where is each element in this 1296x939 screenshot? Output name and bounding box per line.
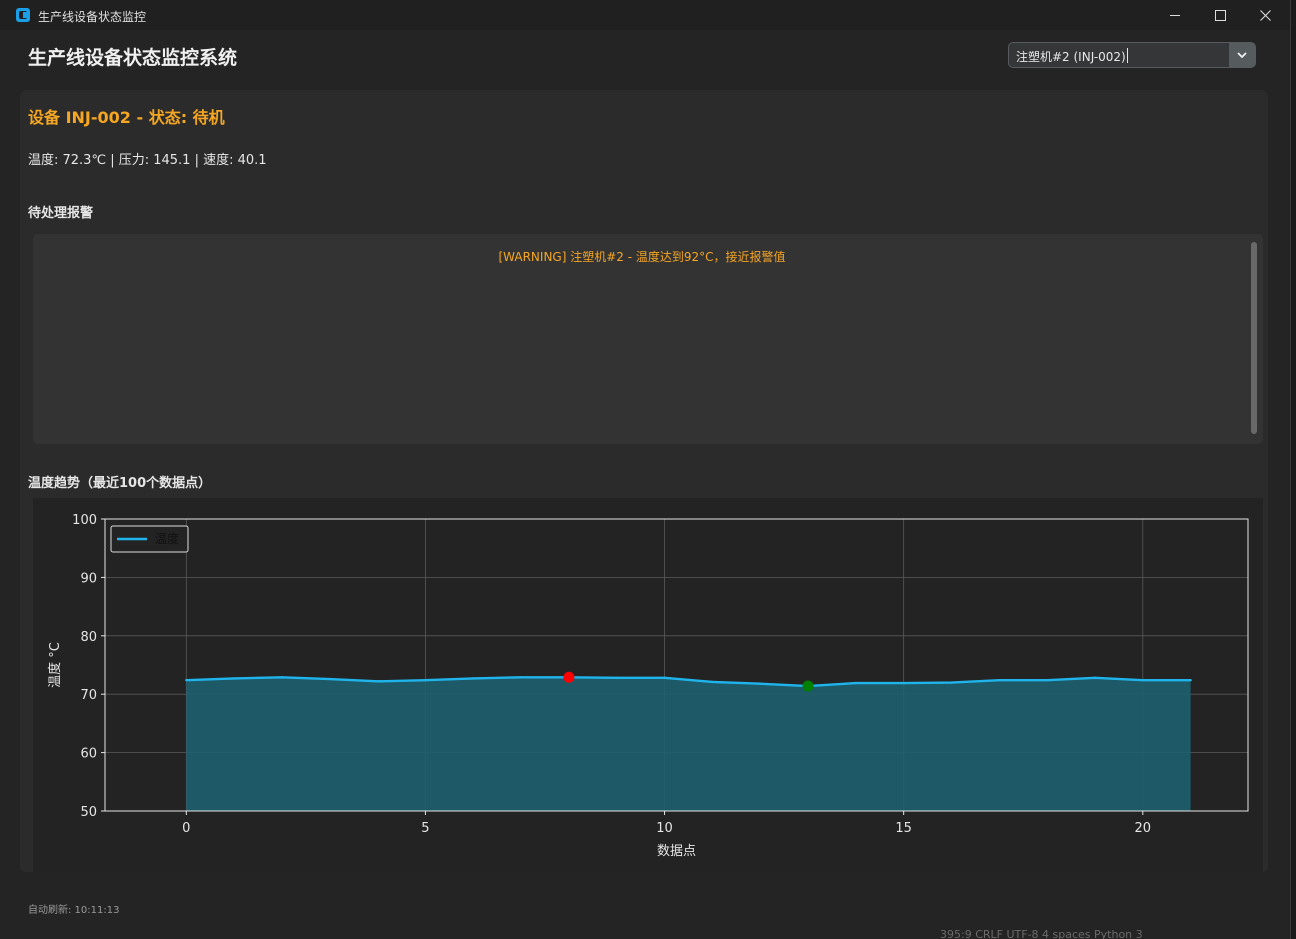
- y-tick-label: 60: [80, 747, 97, 762]
- minimize-icon: [1170, 14, 1180, 16]
- app-window: 生产线设备状态监控 生产线设备状态监控系统 注塑机#2 (INJ-002) 设备…: [0, 0, 1291, 939]
- text-caret: [1127, 48, 1128, 63]
- alarm-item: [WARNING] 注塑机#2 - 温度达到92°C，接近报警值: [498, 250, 786, 264]
- legend-label: 温度: [155, 531, 179, 546]
- temperature-data-point: [1189, 678, 1192, 682]
- temperature-data-point: [232, 677, 236, 680]
- device-select[interactable]: 注塑机#2 (INJ-002): [1008, 42, 1256, 68]
- alarm-list[interactable]: [WARNING] 注塑机#2 - 温度达到92°C，接近报警值: [33, 234, 1263, 444]
- auto-refresh-status: 自动刷新: 10:11:13: [28, 905, 120, 916]
- temperature-data-point: [280, 676, 284, 679]
- x-tick-label: 10: [656, 821, 673, 836]
- y-axis-label: 温度 °C: [47, 642, 63, 688]
- temperature-data-point: [854, 681, 858, 685]
- temperature-data-point: [519, 676, 523, 679]
- x-tick-label: 20: [1135, 821, 1152, 836]
- temperature-data-point: [998, 678, 1001, 682]
- temperature-data-point: [1045, 678, 1049, 682]
- chevron-down-icon: [1237, 52, 1247, 58]
- highlight-point: [563, 671, 575, 683]
- temperature-data-point: [1093, 676, 1097, 680]
- y-tick-label: 100: [72, 513, 97, 528]
- device-status-title: 设备 INJ-002 - 状态: 待机: [28, 108, 225, 127]
- temperature-data-point: [472, 677, 475, 680]
- device-select-dropdown-button[interactable]: [1229, 43, 1255, 67]
- temperature-chart-frame: 0 5 10 15 20 50 60 70 80 90 100 数据点 温度 °C 温度: [33, 498, 1263, 872]
- highlight-point: [802, 680, 814, 692]
- temperature-data-point: [711, 680, 714, 684]
- y-tick-label: 50: [80, 805, 97, 820]
- y-tick-label: 80: [80, 630, 97, 645]
- window-title: 生产线设备状态监控: [38, 10, 147, 24]
- temperature-data-point: [1141, 678, 1144, 682]
- app-window-icon: [16, 8, 30, 22]
- x-axis-label: 数据点: [657, 844, 696, 859]
- x-tick-label: 5: [421, 821, 429, 836]
- alarms-section-label: 待处理报警: [28, 206, 94, 221]
- temperature-data-point: [424, 678, 427, 682]
- temperature-data-point: [328, 677, 331, 681]
- temperature-data-point: [950, 681, 953, 684]
- y-tick-label: 90: [80, 571, 97, 586]
- temperature-area-fill: [186, 677, 1191, 811]
- maximize-button[interactable]: [1197, 0, 1243, 30]
- temperature-data-point: [663, 676, 666, 680]
- maximize-icon: [1214, 9, 1226, 21]
- temperature-data-point: [902, 681, 905, 685]
- temperature-data-point: [185, 678, 188, 682]
- minimize-button[interactable]: [1152, 0, 1198, 30]
- alarm-list-scrollbar[interactable]: [1251, 242, 1257, 434]
- temperature-chart: 0 5 10 15 20 50 60 70 80 90 100 数据点 温度 °C 温度: [47, 513, 1249, 859]
- close-button[interactable]: [1242, 0, 1288, 30]
- x-tick-label: 0: [182, 821, 190, 836]
- temperature-data-point: [615, 676, 618, 680]
- temperature-data-point: [376, 680, 379, 683]
- page-title: 生产线设备状态监控系统: [28, 47, 238, 69]
- trend-section-label: 温度趋势（最近100个数据点）: [28, 476, 212, 491]
- x-tick-label: 15: [895, 821, 912, 836]
- title-bar[interactable]: 生产线设备状态监控: [0, 0, 1290, 30]
- device-readings: 温度: 72.3℃ | 压力: 145.1 | 速度: 40.1: [28, 153, 267, 168]
- temperature-data-point: [758, 682, 762, 685]
- y-tick-label: 70: [80, 688, 97, 703]
- background-editor-status-bar: 395:9 CRLF UTF-8 4 spaces Python 3: [940, 928, 1143, 939]
- close-icon: [1259, 9, 1271, 21]
- device-select-value[interactable]: 注塑机#2 (INJ-002): [1016, 48, 1126, 65]
